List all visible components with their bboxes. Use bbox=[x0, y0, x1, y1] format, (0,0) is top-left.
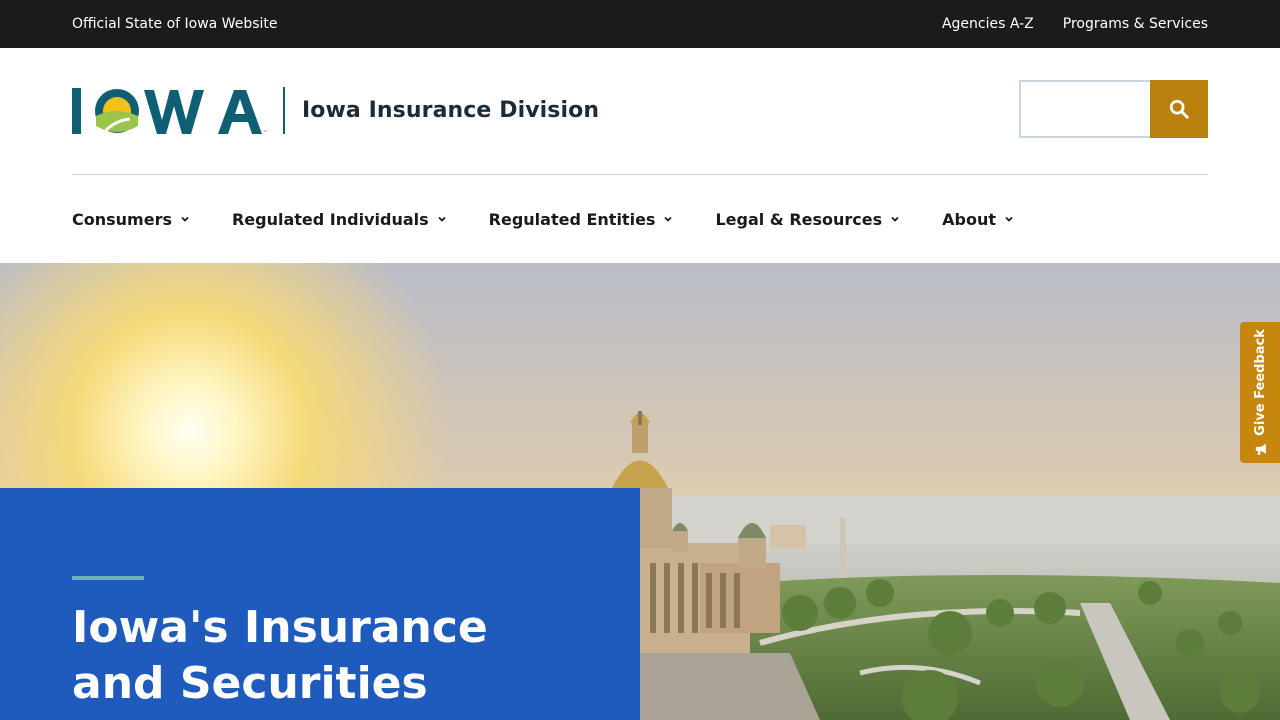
give-feedback-content: Give Feedback bbox=[1253, 329, 1268, 456]
hero-accent-line bbox=[72, 576, 144, 580]
chevron-down-icon bbox=[1005, 216, 1013, 222]
hero-banner: Iowa's Insurance and Securities bbox=[0, 263, 1280, 720]
nav-consumers[interactable]: Consumers bbox=[72, 210, 190, 229]
iowa-logo-graphic: ™ bbox=[72, 88, 268, 136]
nav-consumers-label: Consumers bbox=[72, 209, 172, 229]
hero-card: Iowa's Insurance and Securities bbox=[0, 488, 640, 720]
nav-about-label: About bbox=[942, 209, 997, 229]
chevron-down-icon bbox=[438, 216, 446, 222]
hero-title: Iowa's Insurance and Securities bbox=[72, 600, 592, 712]
give-feedback-label: Give Feedback bbox=[1252, 329, 1268, 436]
nav-regulated-individuals[interactable]: Regulated Individuals bbox=[232, 210, 447, 229]
search-input[interactable] bbox=[1019, 80, 1151, 138]
logo-divider bbox=[283, 87, 285, 134]
chevron-down-icon bbox=[664, 216, 673, 222]
nav-legal-resources-label: Legal & Resources bbox=[715, 209, 883, 229]
nav-regulated-individuals-label: Regulated Individuals bbox=[231, 209, 429, 229]
site-header: ™ Iowa Insurance Division bbox=[0, 48, 1280, 174]
chevron-down-icon bbox=[181, 216, 189, 222]
utility-links: Agencies A-Z Programs & Services bbox=[942, 16, 1208, 32]
site-title[interactable]: Iowa Insurance Division bbox=[302, 98, 599, 123]
agencies-a-z-link[interactable]: Agencies A-Z bbox=[942, 16, 1034, 32]
utility-bar: Official State of Iowa Website Agencies … bbox=[0, 0, 1280, 48]
search-icon bbox=[1169, 99, 1189, 119]
megaphone-icon bbox=[1255, 443, 1266, 455]
hero-title-line-2: and Securities bbox=[72, 658, 428, 709]
programs-services-link[interactable]: Programs & Services bbox=[1063, 16, 1208, 32]
give-feedback-tab[interactable]: Give Feedback bbox=[1240, 322, 1280, 463]
nav-about[interactable]: About bbox=[942, 210, 1014, 229]
search-button[interactable] bbox=[1150, 80, 1208, 138]
main-navigation: Consumers Regulated Individuals Regulate… bbox=[72, 175, 1056, 263]
official-site-text: Official State of Iowa Website bbox=[72, 16, 278, 32]
iowa-logo[interactable]: ™ bbox=[72, 86, 272, 138]
hero-title-line-1: Iowa's Insurance bbox=[72, 602, 488, 653]
nav-regulated-entities-label: Regulated Entities bbox=[488, 209, 656, 229]
nav-legal-resources[interactable]: Legal & Resources bbox=[715, 210, 900, 229]
nav-regulated-entities[interactable]: Regulated Entities bbox=[489, 210, 674, 229]
chevron-down-icon bbox=[891, 216, 899, 222]
svg-text:™: ™ bbox=[263, 130, 268, 136]
